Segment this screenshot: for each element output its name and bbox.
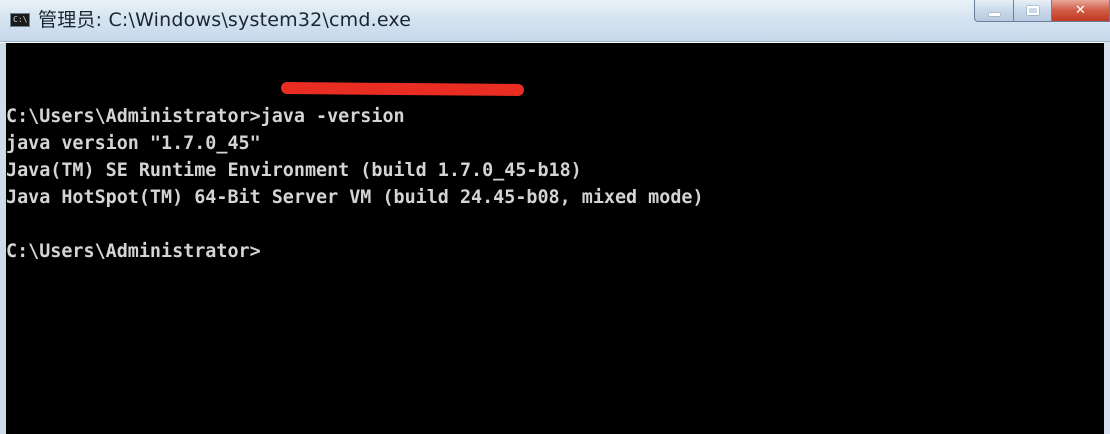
console-line-vm: Java HotSpot(TM) 64-Bit Server VM (build… [6,187,704,208]
caption-buttons: ✕ [974,0,1110,22]
maximize-button[interactable] [1014,0,1052,22]
window-right-border [1104,42,1110,434]
window-title: 管理员: C:\Windows\system32\cmd.exe [38,9,412,31]
cmd-window: C:\ 管理员: C:\Windows\system32\cmd.exe ✕ C… [0,0,1110,434]
console-lines: C:\Users\Administrator>java -version jav… [6,103,704,265]
maximize-icon [1026,6,1039,15]
console-output[interactable]: C:\Users\Administrator>java -version jav… [0,43,1110,434]
console-line-prompt: C:\Users\Administrator> [6,241,261,262]
cmd-prompt-icon: C:\ [13,15,28,24]
console-line-version: java version "1.7.0_45" [6,133,261,154]
console-line-command: C:\Users\Administrator>java -version [6,106,405,127]
cmd-app-icon[interactable]: C:\ [10,13,30,27]
console-line-runtime: Java(TM) SE Runtime Environment (build 1… [6,160,582,181]
red-underline-annotation [280,81,525,97]
minimize-icon [988,13,1000,16]
close-button[interactable]: ✕ [1052,0,1110,22]
minimize-button[interactable] [974,0,1014,22]
title-bar[interactable]: C:\ 管理员: C:\Windows\system32\cmd.exe ✕ [0,0,1110,42]
close-icon: ✕ [1075,3,1086,18]
